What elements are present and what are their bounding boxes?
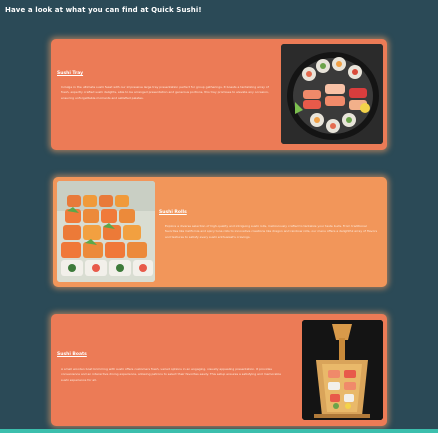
card-description: A small wooden boat brimming with sushi … xyxy=(61,367,281,382)
card-sushi-rolls: Sushi Rolls Explore a diverse selection … xyxy=(53,177,387,287)
card-description: Explore a diverse selection of high-qual… xyxy=(165,224,378,239)
sushi-rolls-image-icon xyxy=(57,181,155,282)
card-title: Sushi Boats xyxy=(57,352,87,357)
bottom-accent-strip xyxy=(0,429,438,433)
card-sushi-boats: Sushi Boats A small wooden boat brimming… xyxy=(51,314,387,426)
card-sushi-tray: Sushi Tray Indulge in the ultimate sushi… xyxy=(51,39,387,150)
page-title: Have a look at what you can find at Quic… xyxy=(5,6,202,14)
card-title: Sushi Tray xyxy=(57,71,84,76)
sushi-tray-image-icon xyxy=(281,44,383,144)
card-description: Indulge in the ultimate sushi feast with… xyxy=(61,85,269,100)
sushi-boat-image-icon xyxy=(302,320,383,420)
card-title: Sushi Rolls xyxy=(159,210,187,215)
